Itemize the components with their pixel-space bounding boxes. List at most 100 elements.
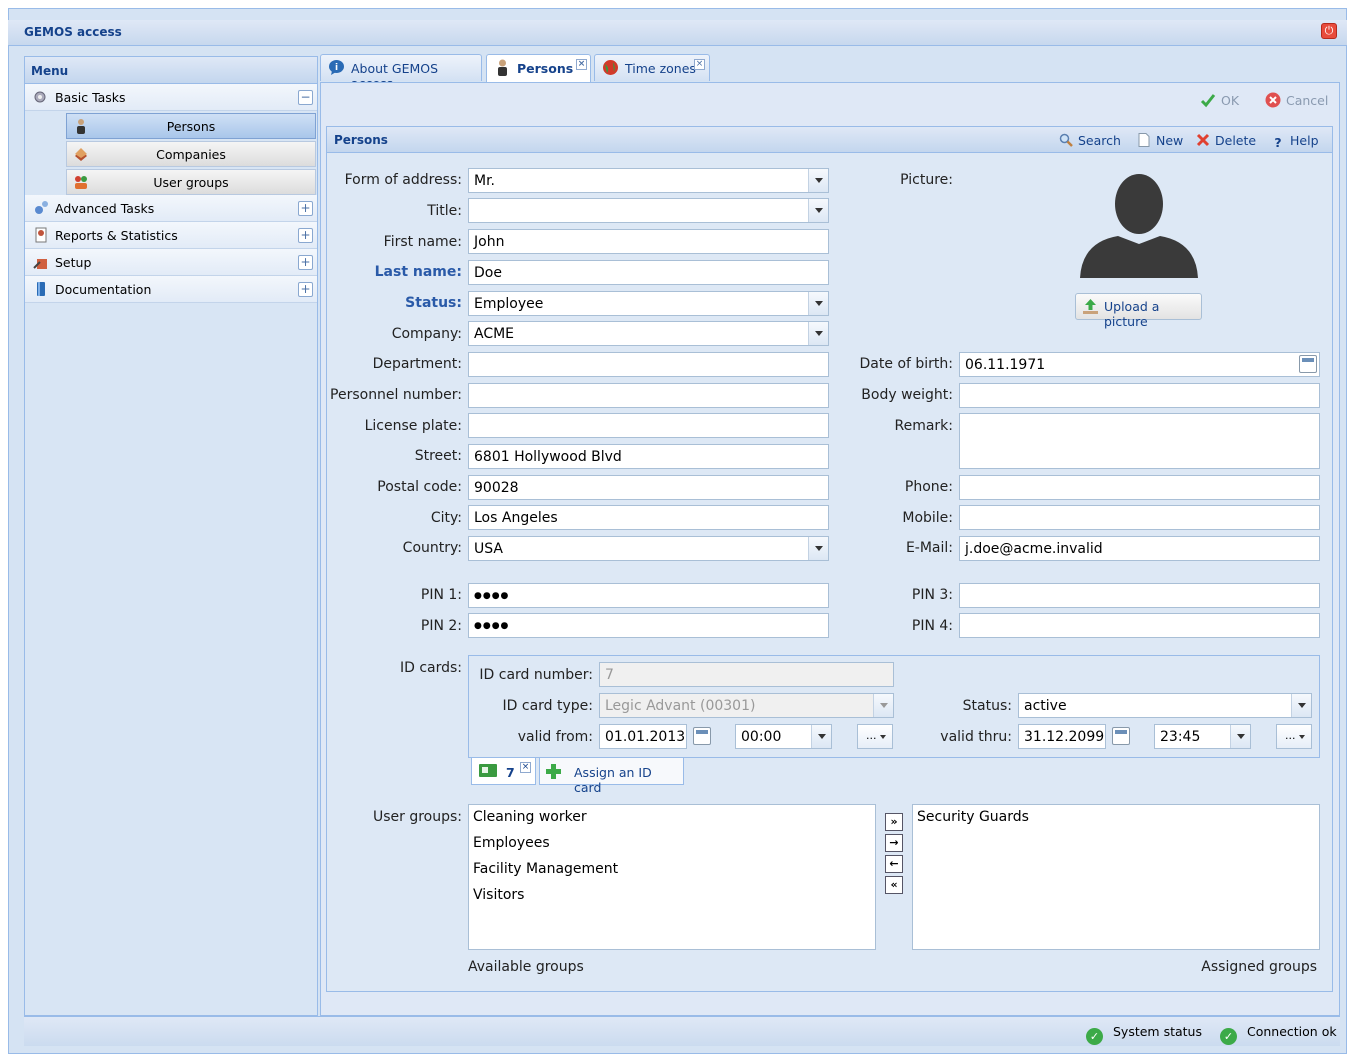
add-all-groups-icon[interactable]: » bbox=[885, 813, 903, 831]
menu-item-companies[interactable]: Companies bbox=[66, 141, 316, 167]
system-status[interactable]: ✓ System status bbox=[1086, 1024, 1202, 1045]
chevron-down-icon[interactable] bbox=[811, 725, 831, 748]
upload-picture-button[interactable]: Upload a picture bbox=[1075, 293, 1202, 329]
country-select[interactable]: USA bbox=[468, 536, 829, 561]
valid-thru-time-select[interactable]: 23:45 bbox=[1154, 724, 1251, 749]
calendar-icon[interactable] bbox=[1299, 355, 1317, 373]
company-select[interactable]: ACME bbox=[468, 321, 829, 346]
help-button[interactable]: ? Help bbox=[1271, 133, 1318, 150]
remark-label: Remark: bbox=[894, 418, 953, 434]
valid-from-date-field[interactable]: 01.01.2013 bbox=[599, 724, 687, 749]
street-field[interactable]: 6801 Hollywood Blvd bbox=[468, 444, 829, 469]
checkmark-icon bbox=[1200, 94, 1216, 108]
valid-from-time-select[interactable]: 00:00 bbox=[735, 724, 832, 749]
expand-icon[interactable]: + bbox=[298, 201, 313, 216]
assigned-groups-caption: Assigned groups bbox=[1201, 959, 1317, 975]
form-of-address-select[interactable]: Mr. bbox=[468, 168, 829, 193]
menu-title: Menu bbox=[25, 57, 317, 84]
remove-group-icon[interactable]: ← bbox=[885, 855, 903, 873]
calendar-icon[interactable] bbox=[693, 727, 711, 745]
list-item[interactable]: Visitors bbox=[473, 887, 871, 913]
list-item[interactable]: Security Guards bbox=[917, 809, 1315, 835]
globe-icon bbox=[603, 60, 618, 75]
delete-button[interactable]: Delete bbox=[1196, 133, 1256, 148]
pin2-field[interactable]: ●●●● bbox=[468, 613, 829, 638]
id-card-tab[interactable]: 7 × bbox=[471, 758, 536, 785]
department-field[interactable] bbox=[468, 352, 829, 377]
expand-icon[interactable]: + bbox=[298, 255, 313, 270]
svg-text:i: i bbox=[335, 63, 338, 73]
menu-section-setup[interactable]: Setup + bbox=[25, 249, 317, 276]
menu-section-documentation[interactable]: Documentation + bbox=[25, 276, 317, 303]
personnel-number-field[interactable] bbox=[468, 383, 829, 408]
body-weight-field[interactable] bbox=[959, 383, 1320, 408]
check-circle-icon: ✓ bbox=[1220, 1028, 1237, 1045]
close-icon[interactable]: ⏻ bbox=[1321, 23, 1337, 39]
report-icon bbox=[35, 227, 47, 243]
close-tab-icon[interactable]: × bbox=[694, 59, 705, 70]
assign-id-card-button[interactable]: Assign an ID card bbox=[539, 758, 684, 795]
license-plate-label: License plate: bbox=[364, 418, 462, 434]
user-groups-label: User groups: bbox=[372, 809, 462, 825]
pin1-field[interactable]: ●●●● bbox=[468, 583, 829, 608]
chevron-down-icon[interactable] bbox=[808, 199, 828, 222]
chevron-down-icon[interactable] bbox=[1291, 694, 1311, 717]
tab-time-zones[interactable]: Time zones × bbox=[594, 54, 710, 81]
menu-item-persons[interactable]: Persons bbox=[66, 113, 316, 139]
title-select[interactable] bbox=[468, 198, 829, 223]
mobile-field[interactable] bbox=[959, 505, 1320, 530]
ok-button[interactable]: OK bbox=[1200, 92, 1239, 108]
valid-thru-more-button[interactable]: ... bbox=[1276, 724, 1312, 749]
postal-code-field[interactable]: 90028 bbox=[468, 475, 829, 500]
connection-status[interactable]: ✓ Connection ok bbox=[1220, 1024, 1337, 1045]
close-tab-icon[interactable]: × bbox=[520, 762, 531, 773]
first-name-field[interactable]: John bbox=[468, 229, 829, 254]
list-item[interactable]: Facility Management bbox=[473, 861, 871, 887]
chevron-down-icon[interactable] bbox=[808, 169, 828, 192]
remove-all-groups-icon[interactable]: « bbox=[885, 876, 903, 894]
available-groups-list[interactable]: Cleaning worker Employees Facility Manag… bbox=[468, 804, 876, 950]
valid-thru-date-field[interactable]: 31.12.2099 bbox=[1018, 724, 1106, 749]
chevron-down-icon[interactable] bbox=[808, 322, 828, 345]
new-button[interactable]: New bbox=[1137, 133, 1183, 148]
list-item[interactable]: Employees bbox=[473, 835, 871, 861]
tab-persons[interactable]: Persons × bbox=[486, 54, 591, 83]
phone-field[interactable] bbox=[959, 475, 1320, 500]
dob-field[interactable]: 06.11.1971 bbox=[959, 352, 1320, 377]
system-status-label: System status bbox=[1113, 1024, 1202, 1039]
menu-item-user-groups[interactable]: User groups bbox=[66, 169, 316, 195]
last-name-field[interactable]: Doe bbox=[468, 260, 829, 285]
pin4-field[interactable] bbox=[959, 613, 1320, 638]
calendar-icon[interactable] bbox=[1112, 727, 1130, 745]
id-card-number-field[interactable]: 7 bbox=[599, 662, 894, 687]
remark-textarea[interactable] bbox=[959, 413, 1320, 469]
chevron-down-icon[interactable] bbox=[1230, 725, 1250, 748]
chevron-down-icon[interactable] bbox=[873, 694, 893, 717]
pin3-field[interactable] bbox=[959, 583, 1320, 608]
expand-icon[interactable]: + bbox=[298, 282, 313, 297]
menu-section-basic-tasks[interactable]: Basic Tasks − bbox=[25, 84, 317, 111]
email-field[interactable]: j.doe@acme.invalid bbox=[959, 536, 1320, 561]
chevron-down-icon[interactable] bbox=[808, 292, 828, 315]
menu-section-reports[interactable]: Reports & Statistics + bbox=[25, 222, 317, 249]
menu-section-advanced-tasks[interactable]: Advanced Tasks + bbox=[25, 195, 317, 222]
expand-icon[interactable]: + bbox=[298, 228, 313, 243]
valid-from-more-button[interactable]: ... bbox=[857, 724, 893, 749]
license-plate-field[interactable] bbox=[468, 413, 829, 438]
collapse-icon[interactable]: − bbox=[298, 90, 313, 105]
close-tab-icon[interactable]: × bbox=[576, 59, 587, 70]
search-button[interactable]: Search bbox=[1059, 133, 1121, 148]
card-status-select[interactable]: active bbox=[1018, 693, 1312, 718]
cancel-button[interactable]: Cancel bbox=[1265, 92, 1328, 108]
assigned-groups-list[interactable]: Security Guards bbox=[912, 804, 1320, 950]
tab-about[interactable]: i About GEMOS access bbox=[320, 54, 482, 91]
first-name-label: First name: bbox=[383, 234, 462, 250]
city-field[interactable]: Los Angeles bbox=[468, 505, 829, 530]
add-group-icon[interactable]: → bbox=[885, 834, 903, 852]
id-card-number-label: ID card number: bbox=[479, 667, 593, 683]
list-item[interactable]: Cleaning worker bbox=[473, 809, 871, 835]
status-select[interactable]: Employee bbox=[468, 291, 829, 316]
gears-icon bbox=[35, 201, 48, 214]
id-card-type-select[interactable]: Legic Advant (00301) bbox=[599, 693, 894, 718]
available-groups-caption: Available groups bbox=[468, 959, 584, 975]
